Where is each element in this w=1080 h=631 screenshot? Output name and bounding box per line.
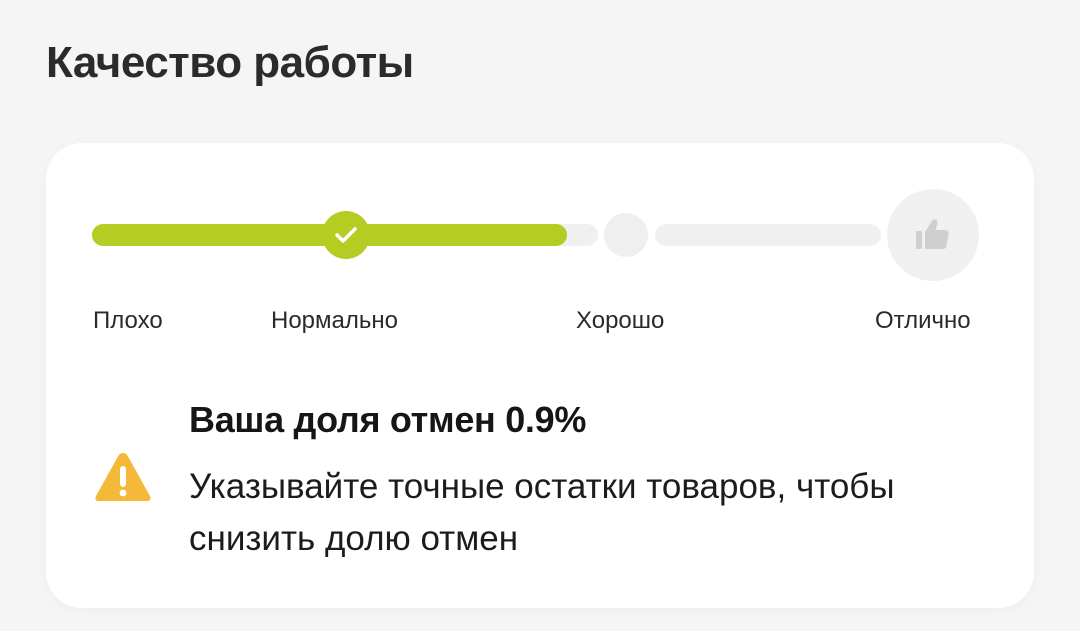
page-title: Качество работы xyxy=(46,38,414,87)
level-label-excellent: Отлично xyxy=(875,307,971,334)
level-marker-normal xyxy=(322,211,370,259)
cancel-rate-title: Ваша доля отмен 0.9% xyxy=(189,399,587,440)
cancel-rate-advice: Указывайте точные остатки товаров, чтобы… xyxy=(189,467,895,558)
level-label-normal: Нормально xyxy=(271,307,398,334)
thumbs-up-icon xyxy=(916,219,949,249)
warning-icon xyxy=(95,453,151,501)
progress-track-secondary xyxy=(655,224,881,246)
level-label-bad: Плохо xyxy=(93,307,163,334)
level-label-good: Хорошо xyxy=(576,307,665,334)
quality-card: Плохо Нормально Хорошо Отлично Ваша доля… xyxy=(46,143,1034,608)
level-marker-good xyxy=(604,213,648,257)
checkmark-icon xyxy=(335,227,357,243)
level-marker-excellent xyxy=(887,189,979,281)
